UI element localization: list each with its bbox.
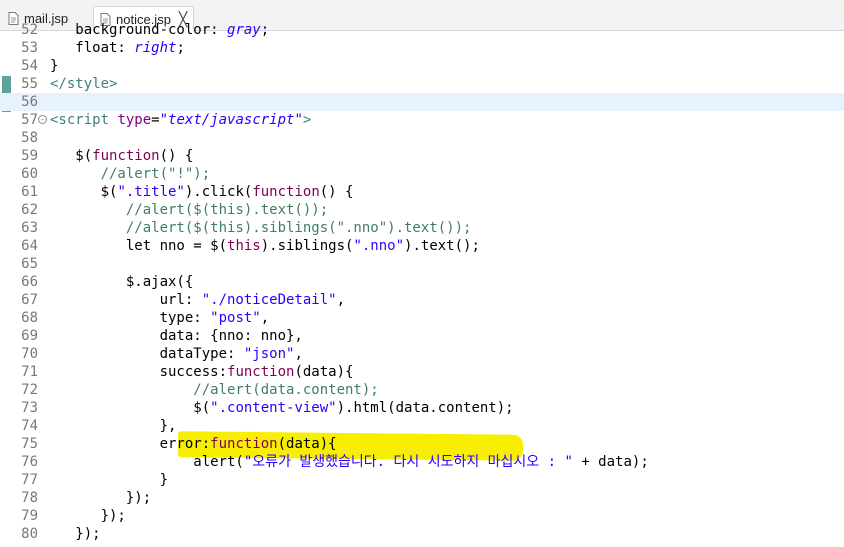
code-text: success:function(data){	[50, 364, 354, 380]
code-line[interactable]: 52 background-color: gray;	[0, 21, 844, 39]
line-number: 55	[21, 76, 38, 92]
line-number: 63	[21, 220, 38, 236]
code-line[interactable]: 70 dataType: "json",	[0, 345, 844, 363]
code-line[interactable]: 76 alert("오류가 발생했습니다. 다시 시도하지 마십시오 : " +…	[0, 453, 844, 471]
code-line[interactable]: 56	[0, 93, 844, 111]
code-line[interactable]: 64 let nno = $(this).siblings(".nno").te…	[0, 237, 844, 255]
code-line[interactable]: 57- <script type="text/javascript">	[0, 111, 844, 129]
code-line[interactable]: 54}	[0, 57, 844, 75]
line-number: 62	[21, 202, 38, 218]
code-text: //alert($(this).siblings(".nno").text())…	[50, 220, 472, 236]
line-number: 66	[21, 274, 38, 290]
code-line[interactable]: 59 $(function() {	[0, 147, 844, 165]
line-number: 58	[21, 130, 38, 146]
code-line[interactable]: 78 });	[0, 489, 844, 507]
code-text: $(function() {	[50, 148, 194, 164]
line-number: 79	[21, 508, 38, 524]
line-number: 52	[21, 22, 38, 38]
code-line[interactable]: 80 });	[0, 525, 844, 543]
code-line[interactable]: 69 data: {nno: nno},	[0, 327, 844, 345]
code-line[interactable]: 73 $(".content-view").html(data.content)…	[0, 399, 844, 417]
line-number: 57	[21, 112, 38, 128]
code-text: error:function(data){	[50, 436, 337, 452]
line-number: 80	[21, 526, 38, 542]
code-line[interactable]: 75 error:function(data){	[0, 435, 844, 453]
line-number: 77	[21, 472, 38, 488]
code-text: </style>	[50, 76, 118, 92]
code-line[interactable]: 63 //alert($(this).siblings(".nno").text…	[0, 219, 844, 237]
code-line[interactable]: 77 }	[0, 471, 844, 489]
code-lines: 52 background-color: gray; 53 float: righ…	[0, 21, 844, 543]
code-line[interactable]: 71 success:function(data){	[0, 363, 844, 381]
line-number: 54	[21, 58, 38, 74]
code-text: background-color: gray;	[50, 22, 270, 38]
line-number: 71	[21, 364, 38, 380]
code-text: }	[50, 472, 169, 488]
code-text: //alert(data.content);	[50, 382, 379, 398]
code-line[interactable]: 72 //alert(data.content);	[0, 381, 844, 399]
code-text: });	[50, 508, 126, 524]
code-line[interactable]: 68 type: "post",	[0, 309, 844, 327]
code-text: data: {nno: nno},	[50, 328, 303, 344]
code-text: });	[50, 490, 152, 506]
code-text: alert("오류가 발생했습니다. 다시 시도하지 마십시오 : " + da…	[50, 454, 649, 470]
line-number: 68	[21, 310, 38, 326]
line-number: 76	[21, 454, 38, 470]
line-number: 70	[21, 346, 38, 362]
line-number: 65	[21, 256, 38, 272]
code-line[interactable]: 67 url: "./noticeDetail",	[0, 291, 844, 309]
line-number: 64	[21, 238, 38, 254]
line-number: 74	[21, 418, 38, 434]
line-number: 59	[21, 148, 38, 164]
code-text: type: "post",	[50, 310, 270, 326]
code-text: let nno = $(this).siblings(".nno").text(…	[50, 238, 480, 254]
code-text: //alert("!");	[50, 166, 211, 182]
code-line[interactable]: 79 });	[0, 507, 844, 525]
code-line[interactable]: 62 //alert($(this).text());	[0, 201, 844, 219]
fold-toggle-icon[interactable]: -	[38, 115, 47, 124]
code-text: $(".title").click(function() {	[50, 184, 354, 200]
code-line[interactable]: 60 //alert("!");	[0, 165, 844, 183]
code-text: $.ajax({	[50, 274, 194, 290]
code-line[interactable]: 55 </style>	[0, 75, 844, 93]
code-text: <script type="text/javascript">	[50, 112, 312, 128]
code-line[interactable]: 61 $(".title").click(function() {	[0, 183, 844, 201]
line-number: 73	[21, 400, 38, 416]
line-number: 72	[21, 382, 38, 398]
line-number: 56	[21, 94, 38, 110]
code-line[interactable]: 53 float: right;	[0, 39, 844, 57]
code-text: });	[50, 526, 101, 542]
code-line[interactable]: 66 $.ajax({	[0, 273, 844, 291]
line-number: 67	[21, 292, 38, 308]
line-number: 61	[21, 184, 38, 200]
code-text: dataType: "json",	[50, 346, 303, 362]
line-number: 78	[21, 490, 38, 506]
code-editor[interactable]: 52 background-color: gray; 53 float: righ…	[0, 22, 844, 547]
code-line[interactable]: 58	[0, 129, 844, 147]
code-text: url: "./noticeDetail",	[50, 292, 346, 308]
code-line[interactable]: 65	[0, 255, 844, 273]
code-text: //alert($(this).text());	[50, 202, 329, 218]
code-text: float: right;	[50, 40, 185, 56]
line-number: 69	[21, 328, 38, 344]
code-text: }	[50, 58, 59, 74]
code-line[interactable]: 74 },	[0, 417, 844, 435]
line-number: 75	[21, 436, 38, 452]
line-number: 60	[21, 166, 38, 182]
code-text: $(".content-view").html(data.content);	[50, 400, 514, 416]
code-text: },	[50, 418, 177, 434]
line-number: 53	[21, 40, 38, 56]
